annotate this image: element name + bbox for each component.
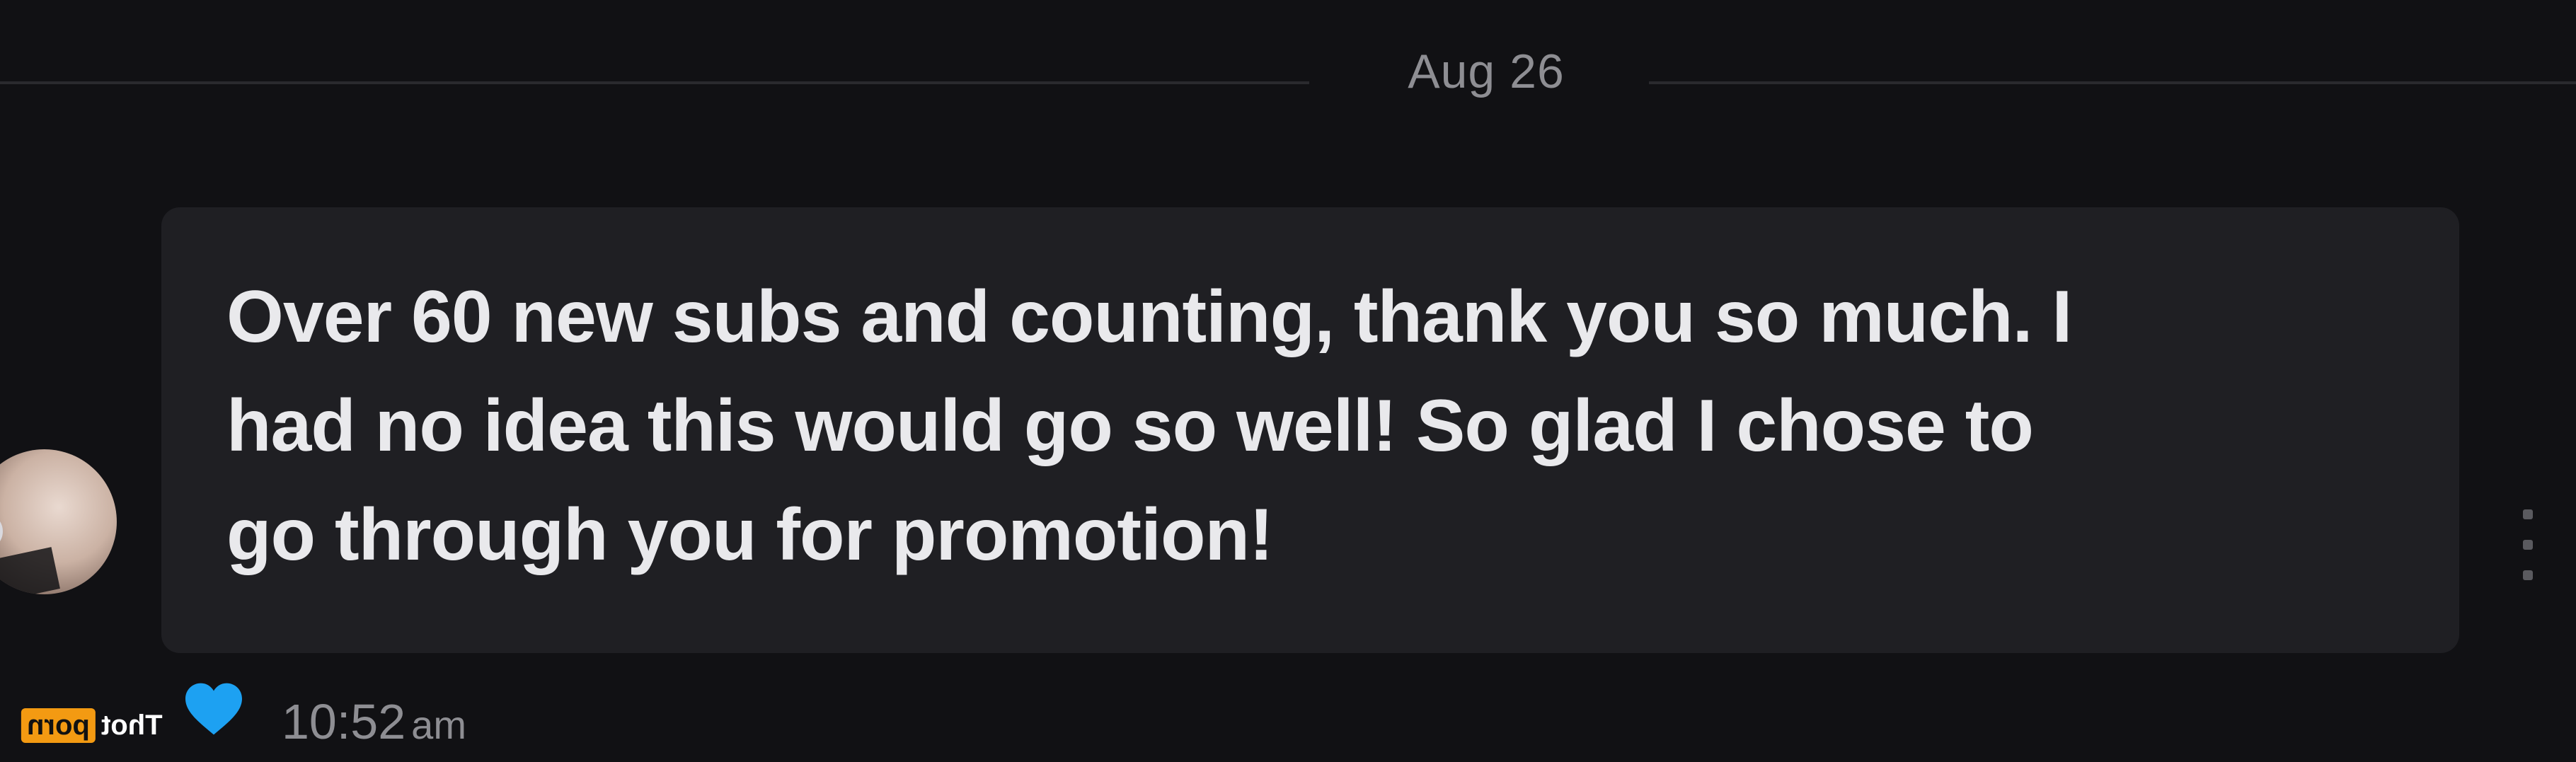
watermark-box: porn xyxy=(21,708,96,743)
timestamp-time: 10:52 xyxy=(282,694,406,749)
chat-view: Aug 26 Over 60 new subs and counting, th… xyxy=(0,0,2576,762)
thotporn-watermark-logo: porn Thot xyxy=(21,704,163,746)
message-text: Over 60 new subs and counting, thank you… xyxy=(226,262,2350,589)
heart-icon[interactable] xyxy=(183,681,245,737)
message-bubble[interactable]: Over 60 new subs and counting, thank you… xyxy=(161,207,2459,653)
kebab-dot xyxy=(2523,509,2533,519)
avatar[interactable] xyxy=(0,449,117,594)
message-line: Over 60 new subs and counting, thank you… xyxy=(226,276,2072,358)
kebab-dot xyxy=(2523,540,2533,550)
message-line: had no idea this would go so well! So gl… xyxy=(226,385,2034,467)
message-line: go through you for promotion! xyxy=(226,494,1274,576)
date-divider-line-right xyxy=(1649,81,2576,84)
date-separator: Aug 26 xyxy=(1408,45,1565,98)
kebab-dot xyxy=(2523,570,2533,580)
message-timestamp: 10:52 am xyxy=(282,693,466,750)
more-options-icon[interactable] xyxy=(2519,509,2536,580)
date-divider-line-left xyxy=(0,81,1309,84)
avatar-detail xyxy=(0,547,60,594)
timestamp-ampm: am xyxy=(411,703,466,747)
verified-badge-icon xyxy=(0,513,3,550)
watermark-text: Thot xyxy=(100,709,163,741)
